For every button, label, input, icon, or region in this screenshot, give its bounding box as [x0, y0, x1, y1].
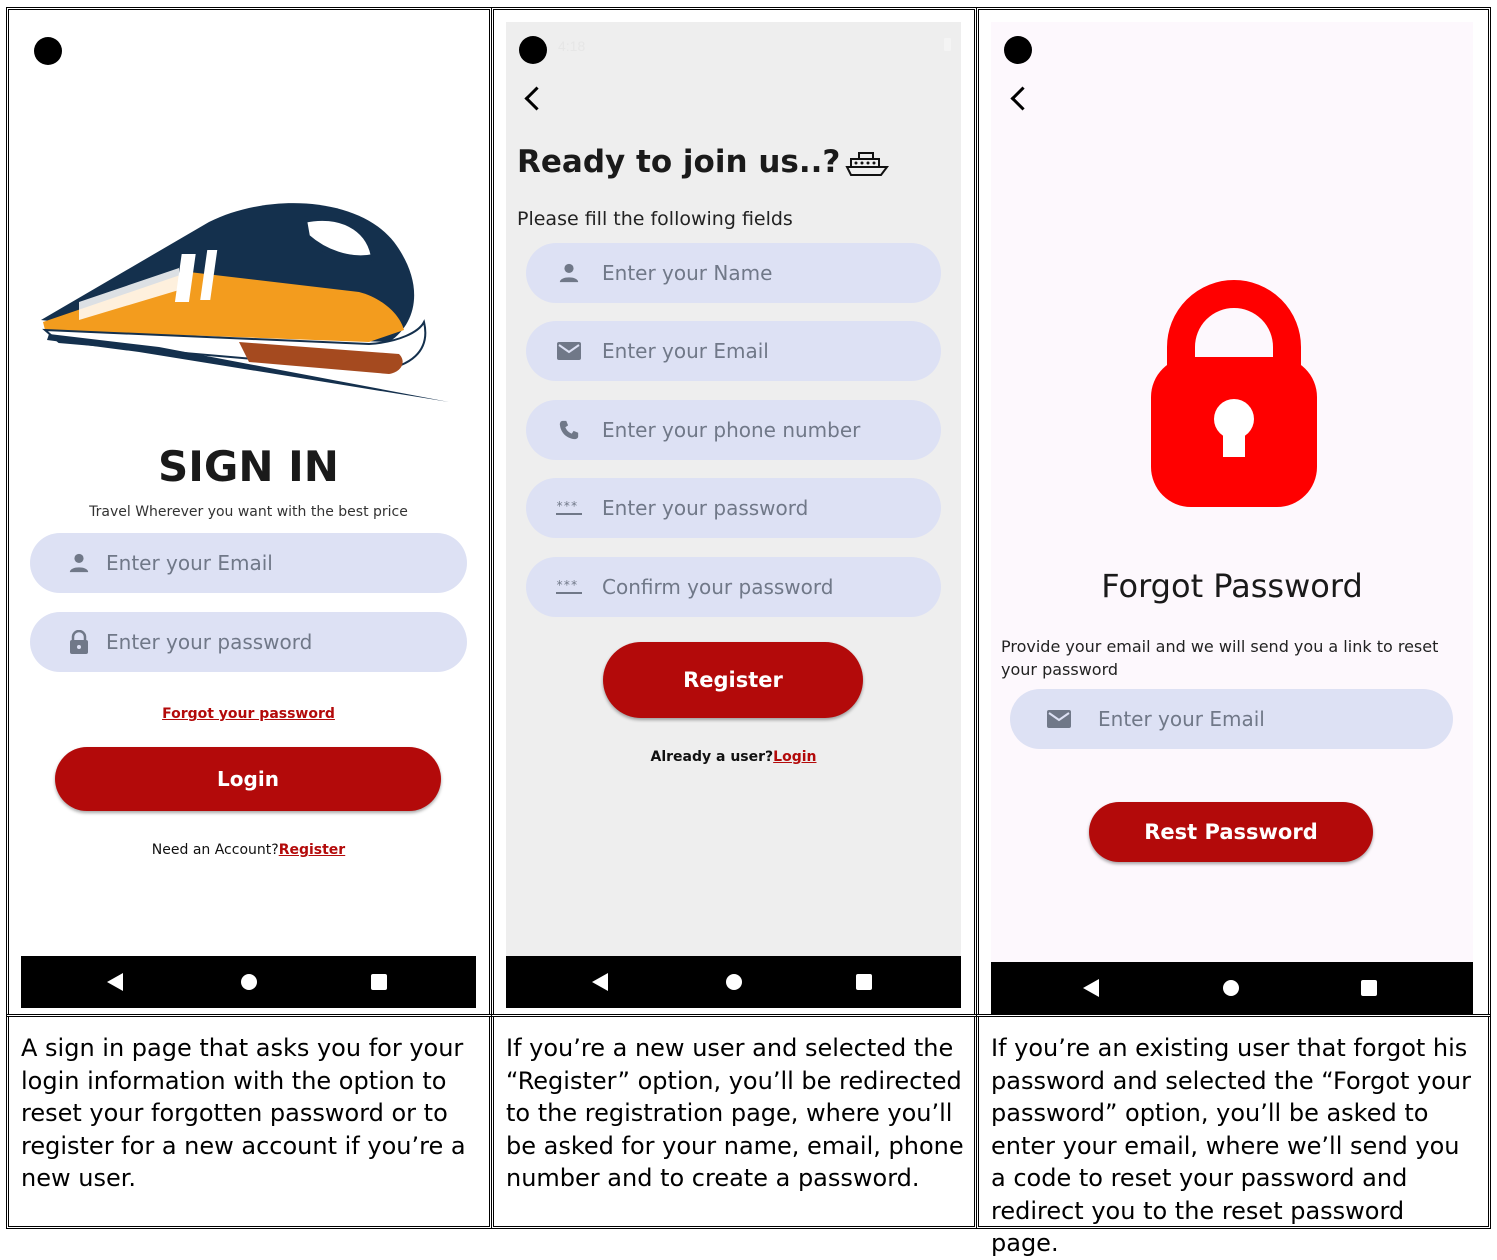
- password-placeholder: Enter your password: [106, 630, 313, 654]
- lock-icon: [66, 629, 92, 655]
- password-placeholder: Enter your password: [602, 496, 809, 520]
- mail-icon: [1046, 706, 1072, 732]
- page-title: Forgot Password: [1101, 567, 1363, 605]
- email-field[interactable]: Enter your Email: [30, 533, 467, 593]
- email-placeholder: Enter your Email: [1098, 707, 1265, 731]
- person-icon: [556, 260, 582, 286]
- train-logo-icon: [41, 203, 449, 402]
- svg-text:***: ***: [556, 579, 578, 592]
- figure-table: SIGN IN Travel Wherever you want with th…: [0, 0, 1497, 1257]
- signin-screen: SIGN IN Travel Wherever you want with th…: [21, 22, 476, 1008]
- ship-icon: [845, 151, 890, 176]
- page-subtitle: Travel Wherever you want with the best p…: [89, 504, 408, 520]
- password-field[interactable]: Enter your password: [30, 612, 467, 672]
- status-time: 4:18: [558, 38, 586, 54]
- email-field[interactable]: Enter your Email: [526, 321, 941, 381]
- nav-home-icon[interactable]: [1223, 980, 1239, 996]
- phone-icon: [556, 417, 582, 443]
- need-account-row: Need an Account?Register: [21, 842, 476, 858]
- page-title: Ready to join us..?: [517, 144, 890, 180]
- phone-placeholder: Enter your phone number: [602, 418, 861, 442]
- already-user-text: Already a user?: [650, 749, 774, 765]
- nav-recent-icon[interactable]: [1361, 980, 1377, 996]
- mail-icon: [556, 338, 582, 364]
- nav-back-icon[interactable]: [592, 973, 608, 991]
- person-icon: [66, 550, 92, 576]
- android-nav-bar: [21, 956, 476, 1008]
- forgot-caption: If you’re an existing user that forgot h…: [991, 1034, 1471, 1257]
- reset-password-button[interactable]: Rest Password: [1089, 802, 1373, 862]
- register-caption: If you’re a new user and selected the “R…: [506, 1034, 964, 1192]
- register-screen: 4:18 Ready to join us..? Please fill the…: [506, 22, 961, 1008]
- page-description: Provide your email and we will send you …: [1001, 637, 1439, 679]
- android-nav-bar: [506, 956, 961, 1008]
- page-title-text: Ready to join us..?: [517, 144, 841, 180]
- lock-icon: [1151, 280, 1317, 507]
- page-subtitle: Please fill the following fields: [517, 208, 793, 230]
- nav-back-icon[interactable]: [1083, 979, 1099, 997]
- forgot-password-screen: Forgot Password Provide your email and w…: [991, 22, 1473, 1015]
- password-icon: ***: [556, 574, 582, 600]
- already-user-row: Already a user?Login: [506, 749, 961, 765]
- back-arrow-icon[interactable]: [1010, 86, 1035, 111]
- svg-text:***: ***: [556, 500, 578, 513]
- page-title: SIGN IN: [158, 442, 339, 491]
- confirm-password-placeholder: Confirm your password: [602, 575, 834, 599]
- need-account-text: Need an Account?: [151, 842, 279, 858]
- camera-dot: [1004, 36, 1032, 64]
- battery-icon: [944, 38, 951, 51]
- nav-home-icon[interactable]: [241, 974, 257, 990]
- signin-caption: A sign in page that asks you for your lo…: [21, 1034, 466, 1192]
- login-link[interactable]: Login: [773, 749, 816, 765]
- nav-home-icon[interactable]: [726, 974, 742, 990]
- phone-field[interactable]: Enter your phone number: [526, 400, 941, 460]
- login-button[interactable]: Login: [55, 747, 441, 811]
- camera-dot: [34, 37, 62, 65]
- name-field[interactable]: Enter your Name: [526, 243, 941, 303]
- back-arrow-icon[interactable]: [524, 86, 549, 111]
- forgot-password-link[interactable]: Forgot your password: [21, 706, 476, 722]
- nav-back-icon[interactable]: [107, 973, 123, 991]
- nav-recent-icon[interactable]: [856, 974, 872, 990]
- password-field[interactable]: *** Enter your password: [526, 478, 941, 538]
- camera-dot: [519, 36, 547, 64]
- register-link[interactable]: Register: [279, 842, 346, 858]
- android-nav-bar: [991, 962, 1473, 1015]
- password-icon: ***: [556, 495, 582, 521]
- register-button[interactable]: Register: [603, 642, 863, 718]
- name-placeholder: Enter your Name: [602, 261, 773, 285]
- email-placeholder: Enter your Email: [106, 551, 273, 575]
- email-placeholder: Enter your Email: [602, 339, 769, 363]
- nav-recent-icon[interactable]: [371, 974, 387, 990]
- email-field[interactable]: Enter your Email: [1010, 689, 1453, 749]
- confirm-password-field[interactable]: *** Confirm your password: [526, 557, 941, 617]
